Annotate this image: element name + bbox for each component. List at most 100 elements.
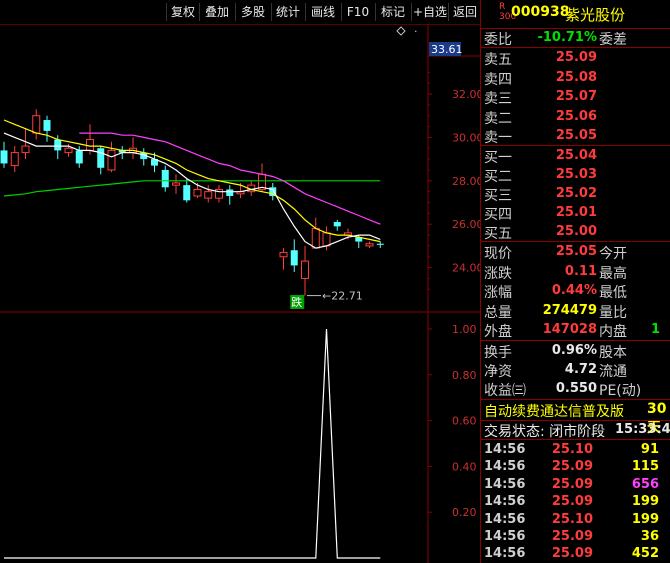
sell-row[interactable]: 卖三 25.07 <box>481 87 670 107</box>
buy-row[interactable]: 买一 25.04 <box>481 146 670 166</box>
tick-row: 14:56 25.09 199 <box>481 493 670 511</box>
stat-value: 274479 <box>542 302 597 318</box>
stock-code: 000938 <box>511 4 570 20</box>
stat-value: 147028 <box>542 322 597 337</box>
candle-body <box>97 148 105 168</box>
dot-icon[interactable]: · <box>414 25 418 38</box>
stat-value: 0.11 <box>564 263 597 279</box>
tick-price: 25.09 <box>551 546 593 562</box>
tick-volume: 91 <box>640 442 659 457</box>
promo-text[interactable]: 自动续费通达信普及版 <box>484 401 624 421</box>
sell-price: 25.07 <box>555 89 597 104</box>
candle-body <box>10 152 19 167</box>
stat-value: 25.05 <box>555 244 597 259</box>
candle-body <box>333 222 341 227</box>
tick-row: 14:56 25.09 115 <box>481 458 670 476</box>
fin-label-2: 流通 <box>599 364 627 380</box>
fin-row: 换手 0.96% 股本 <box>481 341 670 361</box>
candle-body <box>301 260 309 279</box>
ma20-line <box>79 132 381 225</box>
price-axis-label: 24.00 <box>452 262 480 275</box>
stat-label: 外盘 <box>484 324 512 340</box>
stat-label-2: 量比 <box>599 304 627 321</box>
stat-label-2: 今开 <box>599 246 627 262</box>
fin-label: 净资 <box>484 364 512 380</box>
low-marker-label: ←22.71 <box>322 290 363 303</box>
tick-volume: 36 <box>640 529 659 544</box>
candle-body <box>107 149 116 171</box>
tick-volume: 115 <box>631 459 659 475</box>
toolbar-button-7[interactable]: +自选 <box>411 3 448 21</box>
candle-body <box>376 243 384 245</box>
weibi-row: 委比 -10.71% 委差 <box>481 28 670 48</box>
sell-row[interactable]: 卖五 25.09 <box>481 48 670 68</box>
fin-label-2: PE(动) <box>599 383 642 399</box>
tick-price: 25.09 <box>551 529 593 544</box>
sell-price: 25.06 <box>555 108 597 124</box>
candle-body <box>54 139 62 151</box>
tick-price: 25.09 <box>551 459 593 475</box>
stat-label: 涨幅 <box>484 285 512 301</box>
stat-label: 现价 <box>484 246 512 262</box>
indicator-axis-label: 0.20 <box>452 506 477 519</box>
candle-body <box>161 169 169 188</box>
tick-price: 25.09 <box>551 494 593 510</box>
sell-label: 卖一 <box>484 130 512 146</box>
buy-price: 25.04 <box>555 148 597 163</box>
indicator-axis-label: 0.80 <box>452 369 477 382</box>
tick-row: 14:56 25.09 656 <box>481 476 670 494</box>
kline-chart[interactable]: 33.61 32.00 30.00 28.00 26.00 24.00 ←22.71 跌 · 1.… <box>0 24 480 563</box>
tick-price: 25.10 <box>551 511 593 527</box>
sell-price: 25.09 <box>555 50 597 65</box>
buy-row[interactable]: 买三 25.02 <box>481 184 670 204</box>
tick-row: 14:56 25.09 452 <box>481 545 670 563</box>
toolbar-button-2[interactable]: 多股 <box>235 3 270 21</box>
candle-body <box>290 250 298 266</box>
candle-body <box>279 251 288 258</box>
tick-time: 14:56 <box>484 476 526 492</box>
toolbar-button-6[interactable]: 标记 <box>375 3 410 21</box>
buy-row[interactable]: 买二 25.03 <box>481 165 670 185</box>
fin-row: 净资 4.72 流通 <box>481 360 670 380</box>
tick-volume: 199 <box>631 494 659 510</box>
stock-name: 紫光股份 <box>565 6 626 24</box>
fin-value: 0.96% <box>551 343 597 358</box>
candle-body <box>43 120 51 131</box>
candle-body <box>204 191 213 199</box>
chart-area[interactable]: 33.61 32.00 30.00 28.00 26.00 24.00 ←22.71 跌 · 1.… <box>0 24 480 563</box>
trade-status-label: 交易状态: 闭市阶段 <box>484 424 606 440</box>
sell-row[interactable]: 卖二 25.06 <box>481 107 670 127</box>
quote-header: R 300 000938 紫光股份 <box>481 0 670 28</box>
candle-body <box>75 150 83 164</box>
toolbar-button-1[interactable]: 叠加 <box>199 3 234 21</box>
toolbar-button-0[interactable]: 复权 <box>166 3 199 21</box>
toolbar-button-5[interactable]: F10 <box>341 3 374 21</box>
candle-body <box>183 185 191 201</box>
toolbar-button-8[interactable]: 返回 <box>448 3 481 21</box>
price-axis-label: 26.00 <box>452 218 480 231</box>
sell-row[interactable]: 卖四 25.08 <box>481 68 670 88</box>
toolbar-button-3[interactable]: 统计 <box>271 3 304 21</box>
toolbar-button-4[interactable]: 画线 <box>305 3 340 21</box>
promo-banner[interactable]: 自动续费通达信普及版 30天 <box>481 400 670 436</box>
stat-row: 涨跌 0.11 最高 <box>481 262 670 282</box>
candle-body <box>311 228 320 249</box>
fin-value: 4.72 <box>564 362 597 377</box>
buy-row[interactable]: 买五 25.00 <box>481 222 670 242</box>
fin-label-2: 股本 <box>599 345 627 361</box>
stat-row: 涨幅 0.44% 最低 <box>481 281 670 301</box>
tick-row: 14:56 25.09 36 <box>481 528 670 546</box>
buy-row[interactable]: 买四 25.01 <box>481 203 670 223</box>
tick-row: 14:56 25.10 91 <box>481 441 670 459</box>
sell-label: 卖四 <box>484 71 512 88</box>
buy-label: 买三 <box>484 188 512 204</box>
quote-panel: R 300 000938 紫光股份 委比 -10.71% 委差 卖五 25.09 卖… <box>480 0 670 563</box>
sell-price: 25.08 <box>555 69 597 85</box>
sell-row[interactable]: 卖一 25.05 <box>481 126 670 146</box>
candle-body <box>32 115 41 134</box>
diamond-icon[interactable] <box>396 26 406 36</box>
tick-time: 14:56 <box>484 546 526 562</box>
candle-body <box>193 188 202 197</box>
tick-volume: 199 <box>631 511 659 527</box>
sell-label: 卖五 <box>484 52 512 68</box>
